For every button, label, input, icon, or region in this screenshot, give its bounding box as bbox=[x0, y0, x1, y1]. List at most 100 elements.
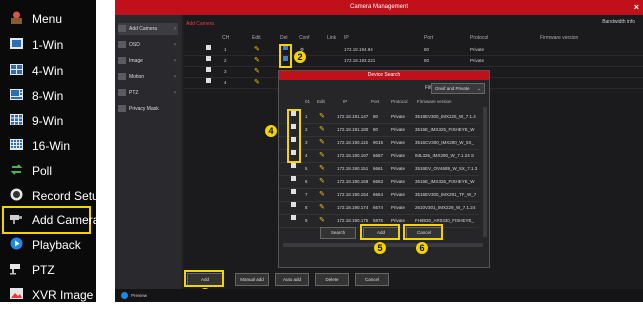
column-header: 01 bbox=[305, 99, 311, 104]
filter-value: Onvif and Private bbox=[435, 86, 470, 91]
nav-item-motion[interactable]: Motion › bbox=[118, 71, 178, 83]
auto-add-button[interactable]: Auto add bbox=[275, 273, 309, 286]
cancel-button[interactable]: Cancel bbox=[355, 273, 389, 286]
ch-cell: 1 bbox=[224, 47, 227, 52]
firmware-cell: 3516EV_OV4689_W_5X_7.1.3 bbox=[415, 166, 478, 171]
ch-cell: 2 bbox=[224, 58, 227, 63]
add-button-highlight bbox=[184, 270, 224, 287]
edit-pencil-icon[interactable]: ✎ bbox=[319, 176, 325, 188]
row-checkbox[interactable] bbox=[206, 78, 211, 83]
close-icon[interactable]: × bbox=[634, 0, 639, 15]
chevron-right-icon: › bbox=[174, 90, 176, 96]
column-header: Firmware version bbox=[540, 35, 579, 41]
row-checkbox[interactable] bbox=[291, 176, 296, 181]
row-checkbox[interactable] bbox=[206, 67, 211, 72]
list-item[interactable]: 4 ✎ 172.18.190.197 6667 Private IML326_IMX290… bbox=[279, 150, 479, 163]
cancel-button-highlight bbox=[403, 224, 443, 240]
row-checkbox[interactable] bbox=[291, 215, 296, 220]
port-cell: 6667 bbox=[373, 153, 384, 158]
start-label: Preview bbox=[131, 293, 148, 298]
chevron-right-icon: › bbox=[174, 42, 176, 48]
row-checkbox[interactable] bbox=[206, 56, 211, 61]
firmware-cell: IML326_IMX290_W_7.1.24 S bbox=[415, 153, 475, 158]
row-checkbox[interactable] bbox=[291, 202, 296, 207]
edit-pencil-icon[interactable]: ✎ bbox=[319, 124, 325, 136]
ip-cell: 172.18.190.197 bbox=[337, 153, 369, 158]
menu-item-xvr-image[interactable]: XVR Image bbox=[0, 279, 96, 311]
nav-item-label: Image bbox=[129, 58, 143, 64]
section-title: Add Camera bbox=[186, 21, 215, 27]
column-header: Port bbox=[371, 99, 380, 104]
edit-pencil-icon[interactable]: ✎ bbox=[254, 45, 260, 55]
port-cell: 80 bbox=[373, 114, 379, 119]
filter-select[interactable]: Onvif and Private ⌄ bbox=[431, 83, 485, 94]
nav-item-add-camera[interactable]: Add Camera › bbox=[118, 23, 178, 35]
nav-item-label: Privacy Mask bbox=[129, 106, 159, 112]
step-badge: 2 bbox=[294, 51, 306, 63]
port-cell: 6661 bbox=[373, 166, 384, 171]
column-header: Protocol bbox=[391, 99, 408, 104]
list-item[interactable]: 1 ✎ 172.18.191.147 80 Private 3518EV300_IMX22… bbox=[279, 111, 479, 124]
edit-pencil-icon[interactable]: ✎ bbox=[319, 111, 325, 123]
edit-pencil-icon[interactable]: ✎ bbox=[319, 163, 325, 175]
column-header: Edit bbox=[252, 35, 261, 41]
nav-item-ptz[interactable]: PTZ › bbox=[118, 87, 178, 99]
column-header: IP bbox=[344, 35, 349, 41]
idx-cell: 9 bbox=[305, 218, 308, 223]
nav-item-image[interactable]: Image › bbox=[118, 55, 178, 67]
column-header: IP bbox=[343, 99, 348, 104]
list-item[interactable]: 6 ✎ 172.18.190.169 6663 Private 3516E_IMX326_… bbox=[279, 176, 479, 189]
list-item[interactable]: 7 ✎ 172.18.190.154 6664 Private 3516EV300_IMX… bbox=[279, 189, 479, 202]
edit-pencil-icon[interactable]: ✎ bbox=[319, 202, 325, 214]
column-header: CH bbox=[222, 35, 230, 41]
privacy-mask-icon bbox=[118, 105, 126, 113]
delete-column-highlight bbox=[279, 44, 292, 68]
nav-item-label: PTZ bbox=[129, 90, 139, 96]
edit-pencil-icon[interactable]: ✎ bbox=[254, 67, 260, 77]
nav-item-osd[interactable]: OSD › bbox=[118, 39, 178, 51]
nav-item-label: Motion bbox=[129, 74, 145, 80]
list-item[interactable]: 3 ✎ 172.18.190.115 9015 Private 3516CV300_IMX… bbox=[279, 137, 479, 150]
ip-cell: 172.18.194.94 bbox=[344, 47, 373, 52]
osd-icon bbox=[118, 41, 126, 49]
quad-window-icon bbox=[10, 64, 23, 75]
list-item[interactable]: 5 ✎ 172.18.190.151 6661 Private 3516EV_OV4689… bbox=[279, 163, 479, 176]
ip-cell: 172.18.191.147 bbox=[337, 114, 369, 119]
bandwidth-info-label: Bandwidth info bbox=[602, 19, 635, 25]
edit-pencil-icon[interactable]: ✎ bbox=[319, 150, 325, 162]
step-badge: 5 bbox=[374, 242, 386, 254]
protocol-cell: Private bbox=[391, 127, 406, 132]
port-cell: 80 bbox=[373, 127, 379, 132]
row-checkbox[interactable] bbox=[291, 163, 296, 168]
column-header: Del bbox=[280, 35, 288, 41]
list-item[interactable]: 8 ✎ 172.18.190.174 6674 Private 2610V301_IMX2… bbox=[279, 202, 479, 215]
scrollbar[interactable] bbox=[483, 107, 487, 237]
idx-cell: 7 bbox=[305, 192, 308, 197]
manual-add-button[interactable]: Manual add bbox=[235, 273, 269, 286]
port-cell: 6674 bbox=[373, 205, 384, 210]
search-button[interactable]: Search bbox=[320, 227, 356, 239]
table-row[interactable]: 1 ✎ ⚙ 172.18.194.94 80 Private bbox=[184, 45, 643, 56]
window-title: Camera Management bbox=[349, 4, 409, 10]
list-item[interactable]: 2 ✎ 172.18.191.180 80 Private 3516E_IMX325_FI… bbox=[279, 124, 479, 137]
firmware-cell: 2610V301_IMX229_W_7.1.24 bbox=[415, 205, 476, 210]
port-cell: 80 bbox=[424, 58, 430, 63]
idx-cell: 6 bbox=[305, 179, 308, 184]
ip-cell: 172.18.190.154 bbox=[337, 192, 369, 197]
delete-button[interactable]: Delete bbox=[315, 273, 349, 286]
column-header: Port bbox=[424, 35, 434, 41]
table-row[interactable]: 2 ✎ ⚙ 172.18.193.221 80 Private bbox=[184, 56, 643, 67]
edit-pencil-icon[interactable]: ✎ bbox=[319, 215, 325, 227]
edit-pencil-icon[interactable]: ✎ bbox=[319, 189, 325, 201]
column-header: Protocol bbox=[470, 35, 489, 41]
protocol-cell: Private bbox=[391, 192, 406, 197]
row-checkbox[interactable] bbox=[206, 45, 211, 50]
nav-item-privacy-mask[interactable]: Privacy Mask bbox=[118, 103, 178, 115]
edit-pencil-icon[interactable]: ✎ bbox=[254, 78, 260, 88]
column-header: Link bbox=[327, 35, 337, 41]
row-checkbox[interactable] bbox=[291, 189, 296, 194]
start-button[interactable]: Preview bbox=[121, 291, 147, 300]
port-cell: 6663 bbox=[373, 179, 384, 184]
edit-pencil-icon[interactable]: ✎ bbox=[319, 137, 325, 149]
edit-pencil-icon[interactable]: ✎ bbox=[254, 56, 260, 66]
